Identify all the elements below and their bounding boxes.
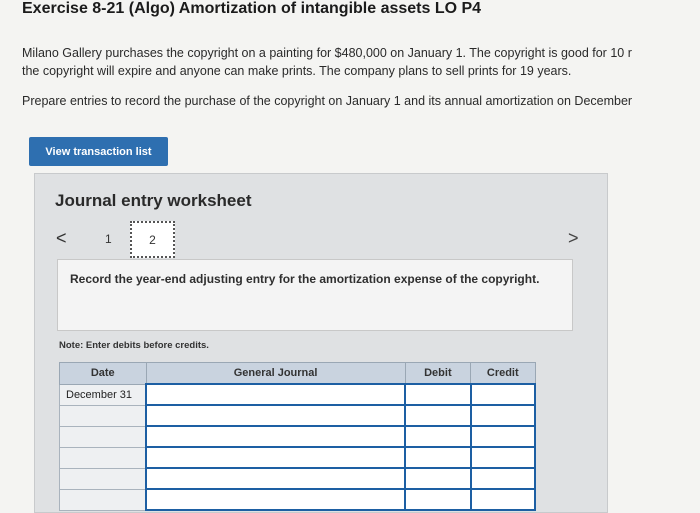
general-journal-input[interactable] bbox=[144, 404, 407, 427]
problem-line-3: Prepare entries to record the purchase o… bbox=[22, 94, 633, 108]
table-row bbox=[59, 425, 537, 448]
table-header-row: Date General Journal Debit Credit bbox=[59, 362, 536, 385]
header-date: Date bbox=[59, 362, 147, 385]
problem-line-2: the copyright will expire and anyone can… bbox=[22, 64, 572, 78]
credit-input[interactable] bbox=[469, 383, 537, 406]
table-row bbox=[59, 467, 537, 490]
instruction-box: Record the year-end adjusting entry for … bbox=[57, 259, 573, 331]
table-row bbox=[59, 446, 537, 469]
problem-text: Milano Gallery purchases the copyright o… bbox=[22, 44, 632, 80]
chevron-left-icon[interactable]: < bbox=[56, 228, 67, 249]
worksheet-page-2[interactable]: 2 bbox=[130, 221, 175, 258]
table-row bbox=[59, 488, 537, 511]
journal-entry-worksheet: Journal entry worksheet < 1 2 > Record t… bbox=[34, 173, 608, 513]
header-general-journal: General Journal bbox=[145, 362, 406, 385]
chevron-right-icon[interactable]: > bbox=[568, 228, 579, 249]
credit-input[interactable] bbox=[469, 425, 537, 448]
worksheet-title: Journal entry worksheet bbox=[55, 191, 252, 210]
general-journal-input[interactable] bbox=[144, 488, 407, 511]
debit-input[interactable] bbox=[404, 404, 472, 427]
header-debit: Debit bbox=[404, 362, 472, 385]
general-journal-input[interactable] bbox=[144, 383, 407, 406]
view-transaction-list-button[interactable]: View transaction list bbox=[29, 137, 168, 166]
worksheet-page-1[interactable]: 1 bbox=[105, 232, 112, 246]
date-cell bbox=[59, 467, 147, 490]
credit-input[interactable] bbox=[469, 446, 537, 469]
date-cell bbox=[59, 488, 147, 511]
note-text: Note: Enter debits before credits. bbox=[59, 340, 209, 351]
date-cell bbox=[59, 425, 147, 448]
credit-input[interactable] bbox=[469, 404, 537, 427]
problem-line-1: Milano Gallery purchases the copyright o… bbox=[22, 46, 632, 60]
journal-table: Date General Journal Debit Credit Decemb… bbox=[59, 362, 537, 511]
credit-input[interactable] bbox=[469, 488, 537, 511]
credit-input[interactable] bbox=[469, 467, 537, 490]
debit-input[interactable] bbox=[404, 488, 472, 511]
debit-input[interactable] bbox=[404, 425, 472, 448]
general-journal-input[interactable] bbox=[144, 425, 407, 448]
debit-input[interactable] bbox=[404, 446, 472, 469]
table-row bbox=[59, 404, 537, 427]
debit-input[interactable] bbox=[404, 467, 472, 490]
header-credit: Credit bbox=[470, 362, 536, 385]
page-title: Exercise 8-21 (Algo) Amortization of int… bbox=[22, 0, 482, 17]
table-row: December 31 bbox=[59, 383, 537, 406]
date-cell: December 31 bbox=[59, 383, 147, 406]
date-cell bbox=[59, 446, 147, 469]
general-journal-input[interactable] bbox=[144, 467, 407, 490]
general-journal-input[interactable] bbox=[144, 446, 407, 469]
date-cell bbox=[59, 404, 147, 427]
debit-input[interactable] bbox=[404, 383, 472, 406]
